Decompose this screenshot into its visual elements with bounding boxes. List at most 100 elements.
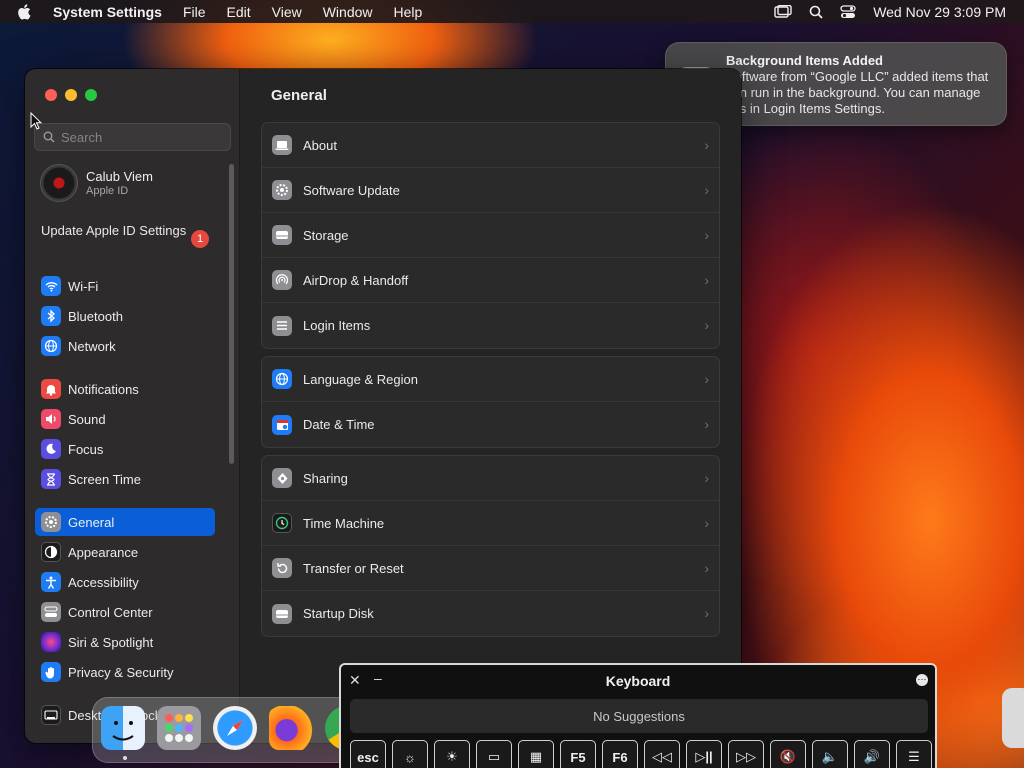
siri-icon — [41, 632, 61, 652]
menu-help[interactable]: Help — [394, 4, 423, 20]
globe-icon — [272, 369, 292, 389]
gear-badge-icon — [272, 180, 292, 200]
sidebar-item-privacy-security[interactable]: Privacy & Security — [35, 658, 215, 686]
row-label: Startup Disk — [303, 606, 374, 621]
finder-icon[interactable] — [101, 706, 145, 750]
sidebar-item-label: Network — [68, 338, 116, 354]
row-time-machine[interactable]: Time Machine › — [262, 501, 719, 546]
menu-file[interactable]: File — [183, 4, 206, 20]
bluetooth-icon — [41, 306, 61, 326]
notification-title: Background Items Added — [726, 53, 883, 68]
key-mission-control[interactable]: ▭ — [476, 740, 512, 768]
row-software-update[interactable]: Software Update › — [262, 168, 719, 213]
firefox-icon[interactable] — [269, 706, 313, 750]
screen-mirroring-icon[interactable] — [774, 4, 792, 19]
menu-app-name[interactable]: System Settings — [53, 4, 162, 20]
key-brightness-up[interactable]: ☀ — [434, 740, 470, 768]
row-storage[interactable]: Storage › — [262, 213, 719, 258]
mouse-cursor-icon — [30, 112, 42, 130]
control-center-icon[interactable] — [840, 4, 856, 19]
key-f6[interactable]: F6 — [602, 740, 638, 768]
sidebar-item-sound[interactable]: Sound — [35, 405, 215, 433]
sidebar-item-label: Accessibility — [68, 574, 139, 590]
sidebar-item-appearance[interactable]: Appearance — [35, 538, 215, 566]
sidebar-item-label: Screen Time — [68, 471, 141, 487]
chevron-right-icon: › — [704, 137, 709, 153]
spotlight-search-icon[interactable] — [809, 5, 823, 19]
settings-group-sharing: Sharing › Time Machine › Transfer or Res… — [261, 455, 720, 637]
gear-icon — [41, 512, 61, 532]
sidebar-item-siri-spotlight[interactable]: Siri & Spotlight — [35, 628, 215, 656]
sharing-icon — [272, 468, 292, 488]
key-volume-down[interactable]: 🔈 — [812, 740, 848, 768]
function-key-row: esc ☼ ☀ ▭ ▦ F5 F6 ◁◁ ▷|| ▷▷ 🔇 🔈 🔊 ☰ — [350, 740, 932, 768]
apple-id-profile[interactable]: Calub Viem Apple ID — [40, 164, 153, 202]
apple-logo-icon[interactable] — [17, 3, 37, 20]
key-menu[interactable]: ☰ — [896, 740, 932, 768]
key-brightness-down[interactable]: ☼ — [392, 740, 428, 768]
row-about[interactable]: About › — [262, 123, 719, 168]
settings-group-system: About › Software Update › Storage › AirD… — [261, 122, 720, 349]
row-date-time[interactable]: Date & Time › — [262, 402, 719, 447]
sidebar-item-wifi[interactable]: Wi-Fi — [35, 272, 215, 300]
sidebar-item-label: Sound — [68, 411, 106, 427]
row-label: AirDrop & Handoff — [303, 272, 409, 288]
avatar — [40, 164, 78, 202]
hourglass-icon — [41, 469, 61, 489]
key-launchpad[interactable]: ▦ — [518, 740, 554, 768]
key-rewind[interactable]: ◁◁ — [644, 740, 680, 768]
search-field[interactable] — [34, 123, 231, 151]
row-sharing[interactable]: Sharing › — [262, 456, 719, 501]
safari-icon[interactable] — [213, 706, 257, 750]
search-input[interactable] — [61, 129, 221, 145]
row-language-region[interactable]: Language & Region › — [262, 357, 719, 402]
list-icon — [272, 315, 292, 336]
update-apple-id-settings[interactable]: Update Apple ID Settings — [41, 223, 211, 239]
window-controls — [45, 89, 97, 101]
launchpad-icon[interactable] — [157, 706, 201, 750]
key-f5[interactable]: F5 — [560, 740, 596, 768]
sidebar-scrollbar[interactable] — [229, 164, 234, 464]
row-airdrop-handoff[interactable]: AirDrop & Handoff › — [262, 258, 719, 303]
menu-view[interactable]: View — [272, 4, 302, 20]
chevron-right-icon: › — [704, 515, 709, 531]
sidebar: Calub Viem Apple ID Update Apple ID Sett… — [25, 69, 240, 743]
key-mute[interactable]: 🔇 — [770, 740, 806, 768]
key-fast-forward[interactable]: ▷▷ — [728, 740, 764, 768]
sidebar-item-control-center[interactable]: Control Center — [35, 598, 215, 626]
sidebar-item-accessibility[interactable]: Accessibility — [35, 568, 215, 596]
keyboard-viewer-title: Keyboard — [605, 673, 671, 689]
keyboard-viewer-panel: ✕ – Keyboard ··· No Suggestions esc ☼ ☀ … — [339, 663, 937, 768]
minimize-window-button[interactable] — [65, 89, 77, 101]
sidebar-item-focus[interactable]: Focus — [35, 435, 215, 463]
sidebar-item-general[interactable]: General — [35, 508, 215, 536]
sidebar-item-screen-time[interactable]: Screen Time — [35, 465, 215, 493]
dock — [92, 697, 352, 763]
row-transfer-reset[interactable]: Transfer or Reset › — [262, 546, 719, 591]
partial-app-icon[interactable] — [1002, 688, 1024, 748]
accessibility-icon — [41, 572, 61, 592]
sidebar-item-bluetooth[interactable]: Bluetooth — [35, 302, 215, 330]
sidebar-item-network[interactable]: Network — [35, 332, 215, 360]
key-play-pause[interactable]: ▷|| — [686, 740, 722, 768]
row-login-items[interactable]: Login Items › — [262, 303, 719, 348]
zoom-window-button[interactable] — [85, 89, 97, 101]
row-label: About — [303, 137, 337, 153]
row-label: Login Items — [303, 318, 371, 333]
more-options-icon[interactable]: ··· — [916, 674, 928, 686]
sidebar-item-label: General — [68, 514, 115, 530]
row-label: Language & Region — [303, 371, 418, 387]
menu-edit[interactable]: Edit — [227, 4, 251, 20]
menu-window[interactable]: Window — [323, 4, 373, 20]
chevron-right-icon: › — [704, 317, 709, 333]
key-esc[interactable]: esc — [350, 740, 386, 768]
row-startup-disk[interactable]: Startup Disk › — [262, 591, 719, 636]
sidebar-item-notifications[interactable]: Notifications — [35, 375, 215, 403]
appearance-icon — [41, 542, 61, 562]
airdrop-icon — [272, 270, 292, 290]
profile-subtitle: Apple ID — [86, 185, 129, 197]
finder-running-indicator — [123, 756, 127, 760]
menubar-clock[interactable]: Wed Nov 29 3:09 PM — [873, 4, 1006, 20]
key-volume-up[interactable]: 🔊 — [854, 740, 890, 768]
close-window-button[interactable] — [45, 89, 57, 101]
